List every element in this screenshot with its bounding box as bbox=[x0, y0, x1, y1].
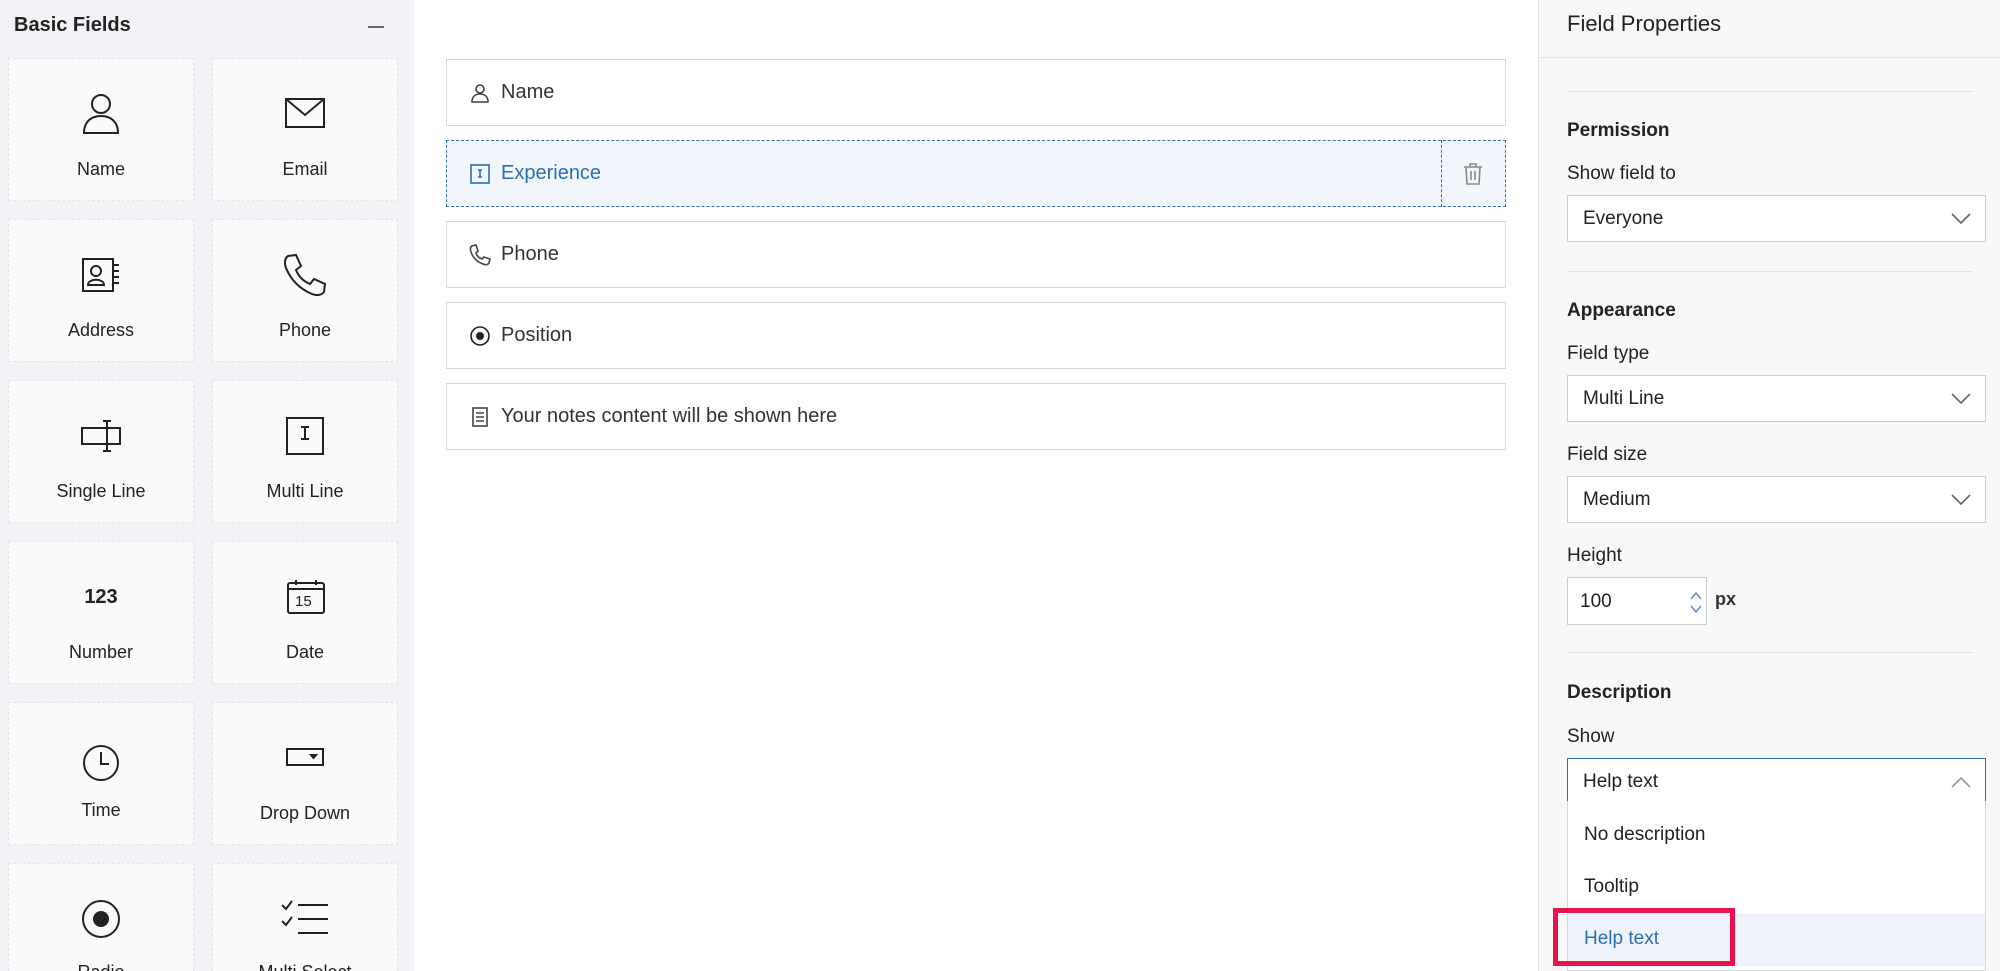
field-label: Experience bbox=[501, 162, 602, 184]
tile-label: Name bbox=[76, 159, 125, 179]
collapse-icon[interactable] bbox=[368, 26, 384, 28]
canvas-field-notes[interactable]: Your notes content will be shown here bbox=[446, 383, 1506, 450]
field-type-label: Field type bbox=[1567, 343, 1650, 364]
title-divider bbox=[1539, 57, 2000, 58]
tile-label: Number bbox=[68, 642, 134, 662]
field-type-select[interactable]: Multi Line bbox=[1567, 375, 1986, 422]
number-icon: 123 bbox=[84, 585, 118, 608]
tile-label: Email bbox=[282, 159, 328, 179]
tile-time[interactable]: Time bbox=[8, 702, 194, 845]
tile-name[interactable]: Name bbox=[8, 58, 194, 201]
tile-phone[interactable]: Phone bbox=[212, 219, 398, 362]
tile-label: Single Line bbox=[56, 481, 146, 501]
tile-address[interactable]: Address bbox=[8, 219, 194, 362]
envelope-icon bbox=[213, 89, 397, 139]
height-input[interactable]: 100 bbox=[1567, 577, 1707, 625]
tile-label: Radio bbox=[9, 962, 193, 971]
calendar-icon: 15 bbox=[213, 572, 397, 622]
tile-label: Time bbox=[81, 800, 121, 820]
phone-icon bbox=[469, 244, 491, 266]
option-help-text[interactable]: Help text bbox=[1568, 914, 1985, 966]
panel-title: Basic Fields bbox=[14, 14, 131, 36]
tile-multi-select[interactable]: Multi Select bbox=[212, 863, 398, 971]
multi-line-icon bbox=[213, 411, 397, 461]
person-icon bbox=[469, 82, 491, 104]
section-divider bbox=[1567, 271, 1973, 272]
section-divider bbox=[1567, 91, 1973, 92]
address-card-icon bbox=[9, 250, 193, 300]
basic-fields-panel: Basic Fields Name Email Address Phone Si… bbox=[0, 0, 414, 971]
notes-icon bbox=[469, 406, 491, 428]
field-label: Position bbox=[501, 324, 573, 346]
canvas-field-position[interactable]: Position bbox=[446, 302, 1506, 369]
radio-icon bbox=[9, 894, 193, 944]
field-properties-panel: Field Properties Permission Show field t… bbox=[1538, 0, 2000, 971]
tile-radio[interactable]: Radio bbox=[8, 863, 194, 971]
tile-drop-down[interactable]: Drop Down bbox=[212, 702, 398, 845]
canvas-field-experience[interactable]: Experience bbox=[446, 140, 1506, 207]
field-label: Your notes content will be shown here bbox=[501, 405, 838, 427]
chevron-up-icon bbox=[1951, 776, 1971, 788]
chevron-down-icon bbox=[1951, 393, 1971, 405]
checklist-icon bbox=[213, 894, 397, 944]
tile-number[interactable]: 123 Number bbox=[8, 541, 194, 684]
tile-label: Date bbox=[285, 642, 325, 662]
tile-single-line[interactable]: Single Line bbox=[8, 380, 194, 523]
tile-multi-line[interactable]: Multi Line bbox=[212, 380, 398, 523]
dropdown-icon bbox=[213, 733, 397, 783]
tile-date[interactable]: 15 Date bbox=[212, 541, 398, 684]
tile-label: Multi Select bbox=[213, 962, 397, 971]
show-field-to-select[interactable]: Everyone bbox=[1567, 195, 1986, 242]
description-heading: Description bbox=[1567, 682, 1672, 703]
permission-heading: Permission bbox=[1567, 120, 1670, 141]
person-icon bbox=[9, 89, 193, 139]
tile-label: Address bbox=[67, 320, 135, 340]
field-size-select[interactable]: Medium bbox=[1567, 476, 1986, 523]
description-show-select[interactable]: Help text bbox=[1567, 758, 1986, 805]
height-label: Height bbox=[1567, 545, 1622, 566]
section-divider bbox=[1567, 652, 1973, 653]
option-tooltip[interactable]: Tooltip bbox=[1568, 862, 1985, 914]
field-size-label: Field size bbox=[1567, 444, 1648, 465]
single-line-icon bbox=[9, 411, 193, 461]
chevron-down-icon bbox=[1951, 213, 1971, 225]
height-unit: px bbox=[1715, 589, 1737, 609]
chevron-down-icon bbox=[1951, 494, 1971, 506]
description-dropdown-menu: No description Tooltip Help text bbox=[1567, 801, 1986, 971]
field-label: Phone bbox=[501, 243, 559, 265]
trash-icon[interactable] bbox=[1462, 162, 1484, 186]
tile-label: Phone bbox=[278, 320, 332, 340]
canvas-field-phone[interactable]: Phone bbox=[446, 221, 1506, 288]
spin-up-icon[interactable] bbox=[1689, 590, 1703, 602]
phone-icon bbox=[213, 250, 397, 300]
radio-icon bbox=[469, 325, 491, 347]
tile-email[interactable]: Email bbox=[212, 58, 398, 201]
option-no-description[interactable]: No description bbox=[1568, 810, 1985, 862]
field-label: Name bbox=[501, 81, 555, 103]
spin-down-icon[interactable] bbox=[1689, 603, 1703, 615]
clock-icon bbox=[9, 738, 193, 788]
tile-label: Multi Line bbox=[266, 481, 344, 501]
show-field-to-label: Show field to bbox=[1567, 163, 1676, 184]
canvas-field-name[interactable]: Name bbox=[446, 59, 1506, 126]
panel-title: Field Properties bbox=[1567, 11, 1722, 36]
appearance-heading: Appearance bbox=[1567, 300, 1676, 321]
tile-label: Drop Down bbox=[259, 803, 351, 823]
show-label: Show bbox=[1567, 726, 1615, 747]
multi-line-icon bbox=[469, 163, 491, 185]
selection-divider bbox=[1441, 140, 1442, 207]
